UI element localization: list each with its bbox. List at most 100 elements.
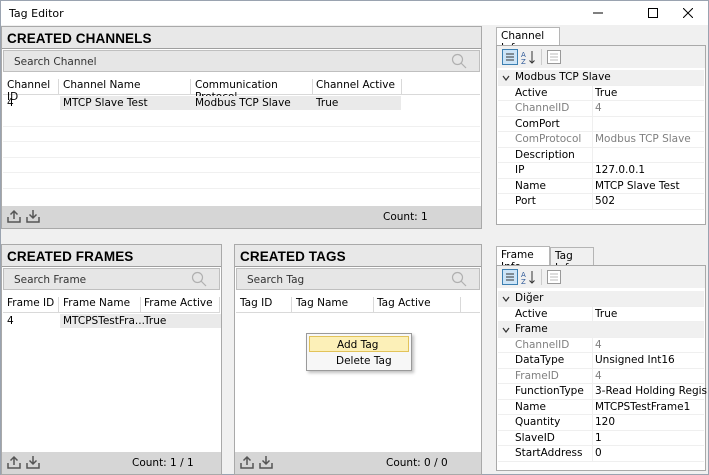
tab-tag-info[interactable]: Tag Info: [550, 247, 594, 274]
maximize-icon: [648, 8, 658, 18]
property-row-datatype[interactable]: DataType Unsigned Int16: [498, 353, 704, 369]
chevron-down-icon[interactable]: [502, 326, 510, 334]
col-communication-protocol[interactable]: Communication Protocol: [195, 79, 313, 103]
close-button[interactable]: [666, 1, 709, 25]
property-value[interactable]: 4: [595, 339, 707, 351]
property-name: FunctionType: [515, 385, 584, 397]
property-value[interactable]: True: [595, 87, 707, 99]
upload-icon[interactable]: [240, 455, 254, 469]
property-toolbar: AZ: [497, 266, 705, 288]
property-value[interactable]: 127.0.0.1: [595, 164, 707, 176]
tab-channel-info[interactable]: Channel Info: [496, 27, 560, 54]
tags-count: Count: 0 / 0: [386, 457, 448, 469]
property-value[interactable]: MTCPSTestFrame1: [595, 401, 707, 413]
property-value[interactable]: 4: [595, 102, 707, 114]
category-label: Frame: [515, 323, 548, 335]
property-name: StartAddress: [515, 447, 583, 459]
property-row-channelid[interactable]: ChannelID 4: [498, 101, 704, 117]
channels-title: CREATED CHANNELS: [2, 27, 481, 49]
property-row-name[interactable]: Name MTCPSTestFrame1: [498, 399, 707, 415]
property-row-functiontype[interactable]: FunctionType 3-Read Holding Registers: [498, 384, 707, 400]
property-row-name[interactable]: Name MTCP Slave Test: [498, 178, 707, 194]
property-name: Name: [515, 400, 546, 413]
col-channel-id[interactable]: Channel ID: [7, 79, 59, 103]
delete-tag-menu-item[interactable]: Delete Tag: [309, 353, 409, 369]
download-icon[interactable]: [26, 455, 40, 469]
svg-text:Z: Z: [521, 278, 526, 285]
property-row-slaveid[interactable]: SlaveID 1: [498, 430, 707, 446]
property-row-port[interactable]: Port 502: [498, 194, 704, 210]
download-icon[interactable]: [26, 209, 40, 223]
property-row-active[interactable]: Active True: [498, 85, 707, 101]
cell-channel-name: MTCP Slave Test: [63, 97, 148, 109]
col-tag-id[interactable]: Tag ID: [240, 297, 292, 313]
close-icon: [683, 8, 693, 18]
frame-search-input[interactable]: Search Frame: [3, 268, 220, 290]
channel-search-input[interactable]: Search Channel: [3, 50, 480, 72]
property-value[interactable]: 4: [595, 370, 707, 382]
search-icon[interactable]: [451, 53, 467, 69]
table-row[interactable]: 4 MTCPSTestFra... True: [3, 314, 221, 329]
property-pages-icon[interactable]: [547, 270, 561, 284]
add-tag-menu-item[interactable]: Add Tag: [309, 336, 409, 352]
property-name: ComPort: [515, 117, 560, 130]
property-row-startaddress[interactable]: StartAddress 0: [498, 446, 704, 462]
cell-protocol: Modbus TCP Slave: [195, 97, 291, 109]
sort-alphabetical-icon[interactable]: AZ: [521, 269, 537, 285]
property-name: Active: [515, 86, 548, 99]
property-value[interactable]: 3-Read Holding Registers: [595, 385, 707, 397]
category-frame[interactable]: Frame: [498, 322, 704, 338]
property-row-ip[interactable]: IP 127.0.0.1: [498, 163, 704, 179]
property-value[interactable]: Modbus TCP Slave: [595, 133, 707, 145]
minimize-button[interactable]: [576, 1, 620, 25]
col-channel-active[interactable]: Channel Active: [316, 79, 402, 95]
download-icon[interactable]: [259, 455, 273, 469]
property-row-channelid[interactable]: ChannelID 4: [498, 337, 707, 353]
search-icon[interactable]: [191, 271, 207, 287]
property-value[interactable]: 1: [595, 432, 707, 444]
sort-alphabetical-icon[interactable]: AZ: [521, 49, 537, 65]
property-row-active[interactable]: Active True: [498, 306, 707, 322]
property-row-comprotocol[interactable]: ComProtocol Modbus TCP Slave: [498, 132, 704, 148]
chevron-down-icon[interactable]: [502, 74, 510, 82]
col-tag-active[interactable]: Tag Active: [377, 297, 461, 313]
property-name: Port: [515, 195, 536, 207]
tags-title: CREATED TAGS: [235, 245, 481, 267]
channel-property-grid: AZ Modbus TCP Slave Active True ChannelID 4…: [496, 45, 706, 225]
property-toolbar: AZ: [497, 46, 705, 68]
property-value[interactable]: MTCP Slave Test: [595, 180, 707, 192]
property-value[interactable]: 120: [595, 416, 707, 428]
col-frame-name[interactable]: Frame Name: [63, 297, 141, 313]
property-pages-icon[interactable]: [547, 50, 561, 64]
tag-search-input[interactable]: Search Tag: [236, 268, 480, 290]
category-modbus-tcp-slave[interactable]: Modbus TCP Slave: [498, 70, 704, 86]
chevron-down-icon[interactable]: [502, 295, 510, 303]
property-name: Name: [515, 179, 546, 192]
upload-icon[interactable]: [7, 455, 21, 469]
col-tag-name[interactable]: Tag Name: [296, 297, 374, 313]
property-row-description[interactable]: Description: [498, 147, 704, 163]
property-value[interactable]: True: [595, 308, 707, 320]
tab-frame-info[interactable]: Frame Info: [496, 246, 550, 273]
col-frame-id[interactable]: Frame ID: [7, 297, 59, 313]
upload-icon[interactable]: [7, 209, 21, 223]
property-value[interactable]: 0: [595, 447, 707, 459]
property-row-comport[interactable]: ComPort: [498, 116, 704, 132]
property-name: DataType: [515, 354, 565, 366]
property-value[interactable]: Unsigned Int16: [595, 354, 707, 366]
category-label: Modbus TCP Slave: [515, 71, 611, 83]
table-row[interactable]: 4 MTCP Slave Test Modbus TCP Slave True: [3, 96, 480, 111]
categorized-view-icon[interactable]: [502, 269, 518, 285]
property-name: ChannelID: [515, 102, 570, 114]
search-icon[interactable]: [451, 271, 467, 287]
col-frame-active[interactable]: Frame Active: [144, 297, 220, 313]
categorized-view-icon[interactable]: [502, 49, 518, 65]
property-row-frameid[interactable]: FrameID 4: [498, 368, 707, 384]
category-diger[interactable]: Diğer: [498, 291, 704, 307]
property-value[interactable]: 502: [595, 195, 707, 207]
property-row-quantity[interactable]: Quantity 120: [498, 415, 704, 431]
frames-footer: Count: 1 / 1: [2, 452, 221, 474]
property-name: IP: [515, 164, 525, 176]
col-channel-name[interactable]: Channel Name: [63, 79, 191, 95]
property-name: Quantity: [515, 416, 561, 428]
